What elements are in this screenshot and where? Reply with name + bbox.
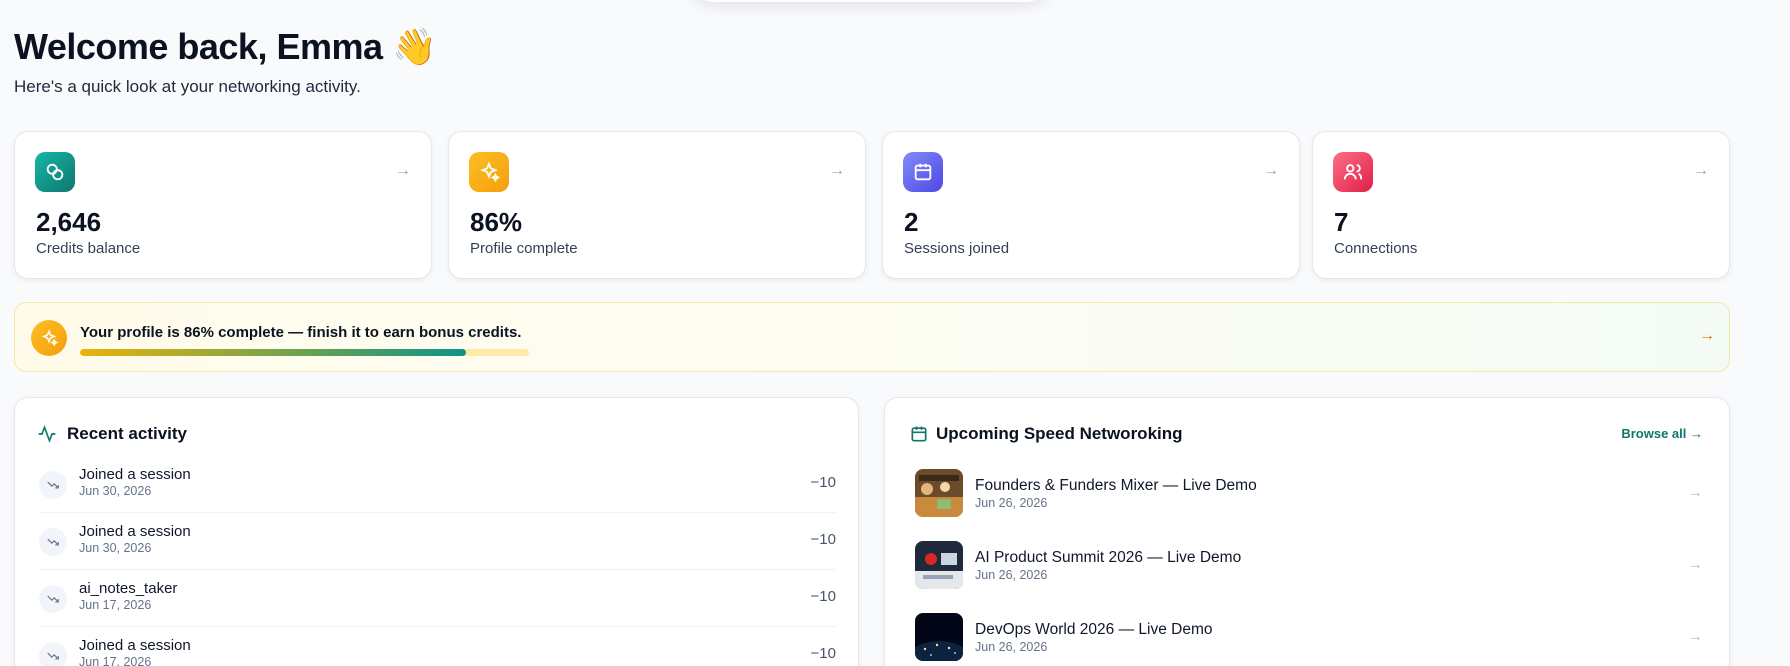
arrow-right-icon: → — [1688, 628, 1703, 645]
activity-date: Jun 17, 2026 — [79, 655, 152, 666]
stat-label: Profile complete — [470, 240, 578, 257]
page-title: Welcome back, Emma 👋 — [14, 26, 437, 68]
activity-date: Jun 30, 2026 — [79, 541, 152, 555]
profile-completion-banner[interactable]: Your profile is 86% complete — finish it… — [14, 302, 1730, 372]
arrow-right-icon: → — [829, 162, 845, 179]
banner-text: Your profile is 86% complete — finish it… — [80, 324, 522, 341]
top-nav-edge — [690, 0, 1050, 2]
browse-all-link[interactable]: Browse all → — [1621, 426, 1703, 441]
arrow-right-icon: → — [1263, 162, 1279, 179]
arrow-right-icon: → — [1688, 484, 1703, 501]
panel-title: Upcoming Speed Networoking — [936, 424, 1183, 443]
activity-name: ai_notes_taker — [79, 580, 178, 597]
trending-down-icon — [39, 471, 67, 499]
page-subtitle: Here's a quick look at your networking a… — [14, 77, 361, 96]
stat-value: 2,646 — [36, 207, 102, 237]
stat-card-profile[interactable]: → 86% Profile complete — [448, 131, 866, 279]
stat-card-credits[interactable]: → 2,646 Credits balance — [14, 131, 432, 279]
activity-amount: −10 — [810, 645, 836, 662]
activity-row: Joined a session Jun 30, 2026 −10 — [39, 513, 836, 570]
stat-card-sessions[interactable]: → 2 Sessions joined — [882, 131, 1300, 279]
activity-amount: −10 — [810, 588, 836, 605]
event-thumbnail — [915, 541, 963, 589]
stat-label: Sessions joined — [904, 240, 1010, 257]
activity-date: Jun 30, 2026 — [79, 484, 152, 498]
upcoming-networking-panel: Upcoming Speed Networoking Browse all → … — [884, 397, 1730, 666]
stats-row: → 2,646 Credits balance → 86% Profile co… — [14, 131, 1730, 279]
sparkles-icon — [31, 320, 67, 356]
event-row[interactable]: DevOps World 2026 — Live Demo Jun 26, 20… — [915, 613, 1705, 666]
stat-value: 7 — [1334, 207, 1349, 237]
arrow-right-icon: → — [1688, 556, 1703, 573]
activity-icon — [37, 424, 57, 449]
activity-row: Joined a session Jun 30, 2026 −10 — [39, 456, 836, 513]
arrow-right-icon[interactable]: → — [1699, 327, 1715, 345]
trending-down-icon — [39, 528, 67, 556]
event-name: AI Product Summit 2026 — Live Demo — [975, 549, 1242, 566]
recent-activity-panel: Recent activity Joined a session Jun 30,… — [14, 397, 859, 666]
arrow-right-icon: → — [395, 162, 411, 179]
event-date: Jun 26, 2026 — [975, 496, 1048, 510]
page-title-text: Welcome back, Emma — [14, 26, 383, 67]
activity-amount: −10 — [810, 474, 836, 491]
arrow-right-icon: → — [1693, 162, 1709, 179]
trending-down-icon — [39, 585, 67, 613]
wave-emoji: 👋 — [392, 26, 437, 67]
sparkles-icon — [469, 152, 509, 192]
event-date: Jun 26, 2026 — [975, 568, 1048, 582]
activity-date: Jun 17, 2026 — [79, 598, 152, 612]
event-name: Founders & Funders Mixer — Live Demo — [975, 477, 1257, 494]
activity-row: ai_notes_taker Jun 17, 2026 −10 — [39, 570, 836, 627]
calendar-icon — [903, 152, 943, 192]
stat-value: 86% — [470, 207, 523, 237]
stat-card-connections[interactable]: → 7 Connections — [1312, 131, 1730, 279]
activity-name: Joined a session — [79, 637, 191, 654]
profile-progress-bar — [80, 349, 529, 356]
panel-title: Recent activity — [67, 424, 187, 443]
event-thumbnail — [915, 613, 963, 661]
profile-progress-fill — [80, 349, 467, 356]
activity-name: Joined a session — [79, 466, 191, 483]
stat-label: Credits balance — [36, 240, 141, 257]
calendar-icon — [909, 424, 929, 449]
event-name: DevOps World 2026 — Live Demo — [975, 621, 1213, 638]
activity-amount: −10 — [810, 531, 836, 548]
event-date: Jun 26, 2026 — [975, 640, 1048, 654]
activity-row: Joined a session Jun 17, 2026 −10 — [39, 627, 836, 666]
event-thumbnail — [915, 469, 963, 517]
stat-value: 2 — [904, 207, 919, 237]
event-row[interactable]: AI Product Summit 2026 — Live Demo Jun 2… — [915, 541, 1705, 595]
trending-down-icon — [39, 642, 67, 666]
stat-label: Connections — [1334, 240, 1418, 257]
activity-name: Joined a session — [79, 523, 191, 540]
coins-icon — [35, 152, 75, 192]
users-icon — [1333, 152, 1373, 192]
event-row[interactable]: Founders & Funders Mixer — Live Demo Jun… — [915, 469, 1705, 523]
